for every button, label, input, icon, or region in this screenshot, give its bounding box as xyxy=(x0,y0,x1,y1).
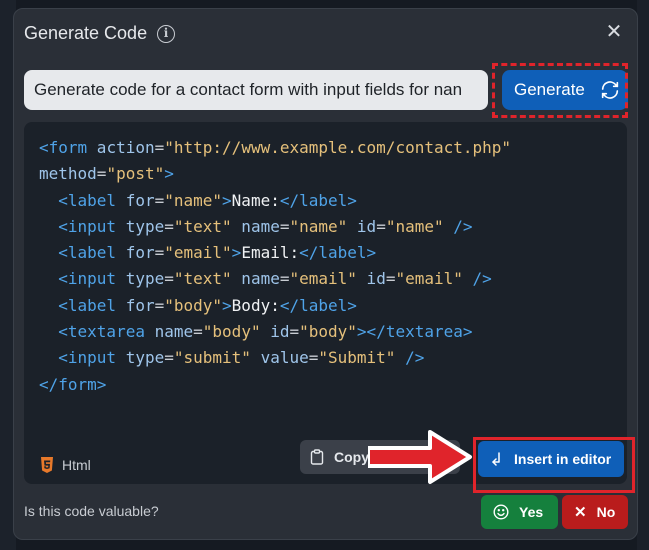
code-line: <form action="http://www.example.com/con… xyxy=(39,138,512,157)
no-button-label: No xyxy=(596,504,616,520)
feedback-question: Is this code valuable? xyxy=(24,503,159,519)
no-button[interactable]: ✕ No xyxy=(562,495,628,529)
x-icon: ✕ xyxy=(574,504,587,521)
clipboard-icon xyxy=(310,449,324,465)
code-panel: <form action="http://www.example.com/con… xyxy=(24,122,635,493)
insert-in-editor-button[interactable]: Insert in editor xyxy=(478,441,624,477)
close-icon[interactable]: ✕ xyxy=(603,21,625,43)
dialog-title: Generate Code xyxy=(24,23,148,43)
generate-highlight-box xyxy=(492,63,628,118)
code-line: method="post"> xyxy=(39,164,174,184)
generated-code: <form action="http://www.example.com/con… xyxy=(39,135,511,398)
insert-button-label: Insert in editor xyxy=(514,451,612,467)
prompt-input[interactable]: Generate code for a contact form with in… xyxy=(24,70,488,110)
code-line: <label for="email">Email:</label> xyxy=(58,243,377,263)
code-line: <label for="name">Name:</label> xyxy=(58,190,357,210)
code-line: <textarea name="body" id="body"></textar… xyxy=(58,322,473,342)
code-line: <input type="text" name="name" id="name"… xyxy=(58,216,473,236)
yes-button[interactable]: Yes xyxy=(481,495,558,529)
copy-button-label: Copy xyxy=(334,449,369,465)
info-icon[interactable]: i xyxy=(157,25,175,43)
yes-button-label: Yes xyxy=(519,504,544,520)
generate-code-dialog: Generate Code i ✕ Generate code for a co… xyxy=(13,8,638,540)
pointer-arrow-icon xyxy=(368,430,472,484)
code-line: <input type="text" name="email" id="emai… xyxy=(58,269,492,289)
language-indicator: Html xyxy=(40,457,91,473)
insert-arrow-icon xyxy=(492,452,500,466)
background-editor-edge xyxy=(637,0,649,550)
html5-icon xyxy=(41,457,53,473)
language-label: Html xyxy=(62,457,91,473)
smile-icon xyxy=(493,504,509,520)
code-line: <input type="submit" value="Submit" /> xyxy=(58,348,425,368)
code-line: </form> xyxy=(39,374,107,394)
code-line: <label for="body">Body:</label> xyxy=(58,295,357,315)
